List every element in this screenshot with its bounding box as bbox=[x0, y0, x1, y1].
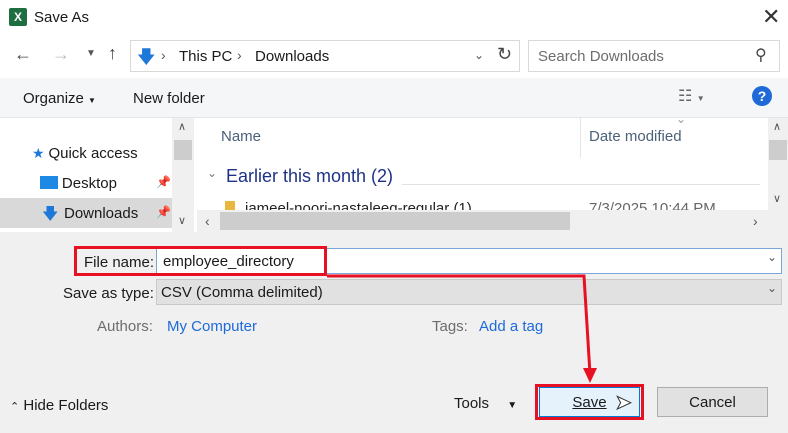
arrow-line bbox=[327, 274, 592, 375]
arrow-head bbox=[583, 368, 597, 383]
annotation-arrow bbox=[327, 274, 597, 383]
